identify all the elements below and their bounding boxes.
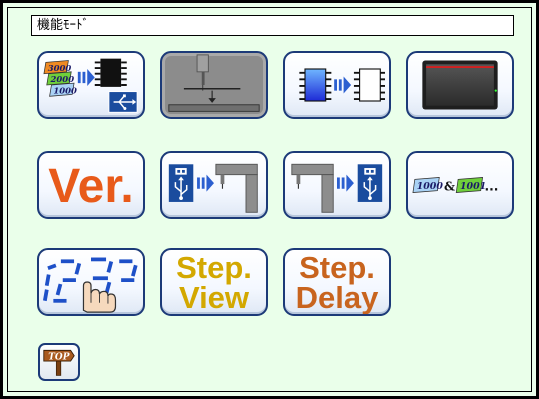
version-button[interactable]: Ver.: [37, 151, 145, 219]
pattern-number-change-button[interactable]: 1000 & 1001 ...: [406, 151, 514, 219]
step-delay-line1: Step.: [299, 250, 375, 285]
usb-to-machine-button[interactable]: [160, 151, 268, 219]
pattern-label-1001: 1001: [460, 181, 486, 192]
memory-copy-icon: [299, 68, 385, 102]
display-settings-button[interactable]: [406, 51, 514, 119]
display-monitor-icon: [422, 60, 498, 110]
machine-to-usb-icon: [291, 163, 383, 213]
needle-height-button[interactable]: [160, 51, 268, 119]
usb-to-machine-icon: [168, 163, 258, 213]
pattern-label-ellipsis: ...: [484, 180, 498, 194]
step-delay-button[interactable]: Step. Delay: [283, 248, 391, 316]
top-button[interactable]: TOP: [38, 343, 80, 381]
title-bar: [31, 15, 514, 36]
pattern-label-1000: 1000: [417, 181, 444, 192]
step-view-button[interactable]: Step. View: [160, 248, 268, 316]
pattern-number-icon: 1000 & 1001 ...: [412, 177, 498, 194]
memory-copy-button[interactable]: [283, 51, 391, 119]
numeric-touch-icon: [42, 257, 138, 313]
data-label-1000: 1000: [53, 85, 77, 95]
counter-input-button[interactable]: [37, 248, 145, 316]
needle-height-icon: [168, 54, 260, 112]
step-view-line2: View: [178, 280, 250, 315]
top-label: TOP: [48, 352, 69, 362]
step-view-line1: Step.: [176, 250, 252, 285]
function-mode-screen: 機能ﾓｰﾄﾞ 3000 2000 1000 Ver. 1000 & 1001 .…: [0, 0, 539, 399]
data-copy-icon: 3000 2000 1000: [43, 58, 138, 113]
version-label: Ver.: [48, 160, 134, 213]
data-label-2000: 2000: [50, 74, 75, 84]
step-delay-line2: Delay: [295, 280, 379, 315]
signpost-top-icon: TOP: [43, 349, 75, 376]
data-label-3000: 3000: [48, 63, 72, 73]
data-copy-to-usb-button[interactable]: 3000 2000 1000: [37, 51, 145, 119]
machine-to-usb-button[interactable]: [283, 151, 391, 219]
page-title: 機能ﾓｰﾄﾞ: [37, 18, 90, 33]
pattern-label-ampersand: &: [444, 180, 455, 194]
